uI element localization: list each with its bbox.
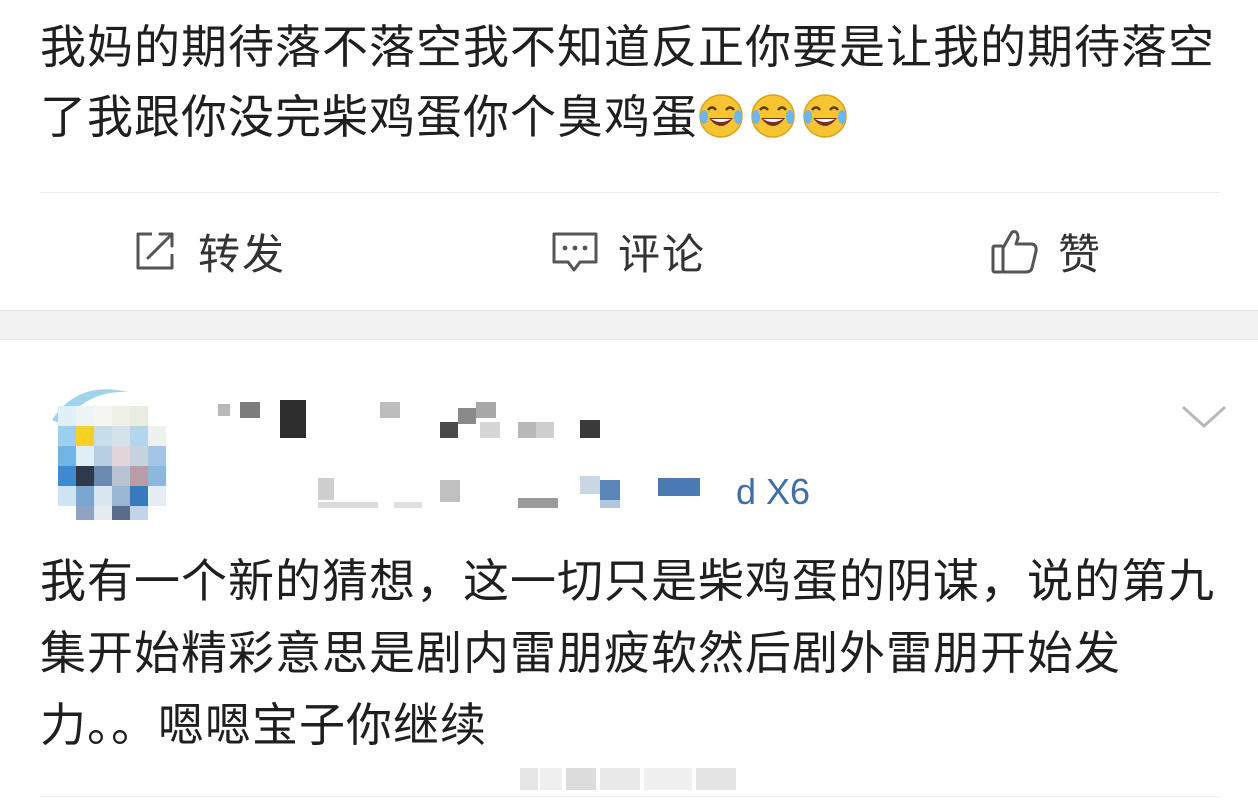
avatar[interactable] — [48, 384, 188, 524]
repost-button[interactable]: 转发 — [130, 223, 286, 279]
like-label: 赞 — [1058, 229, 1103, 279]
comment-button[interactable]: 评论 — [550, 223, 706, 279]
device-label: d X6 — [736, 471, 811, 512]
comment-divider — [40, 796, 1220, 797]
weibo-post: 我妈的期待落不落空我不知道反正你要是让我的期待落空了我跟你没完柴鸡蛋你个臭鸡蛋 — [0, 0, 1258, 310]
laugh-cry-emoji — [699, 94, 743, 138]
meta-redacted — [318, 476, 700, 508]
section-separator — [0, 310, 1258, 340]
comment-icon — [552, 232, 598, 272]
comment-label: 评论 — [618, 229, 707, 279]
laugh-cry-emoji — [751, 94, 795, 138]
post-action-bar: 转发 评论 赞 — [0, 195, 1258, 307]
like-button[interactable]: 赞 — [990, 223, 1102, 279]
username-redacted[interactable] — [218, 398, 618, 444]
thumbs-up-icon — [991, 230, 1038, 274]
post-divider — [40, 192, 1220, 193]
comment-body: 我有一个新的猜想，这一切只是柴鸡蛋的阴谋，说的第九集开始精彩意思是剧内雷朋疲软然… — [40, 554, 1215, 752]
post-text: 我妈的期待落不落空我不知道反正你要是让我的期待落空了我跟你没完柴鸡蛋你个臭鸡蛋 — [40, 20, 1215, 144]
chevron-down-icon[interactable] — [1180, 400, 1228, 434]
comment-meta: d X6 — [318, 470, 810, 514]
watermark-redacted — [520, 768, 736, 790]
post-body: 我妈的期待落不落空我不知道反正你要是让我的期待落空了我跟你没完柴鸡蛋你个臭鸡蛋 — [40, 12, 1220, 152]
share-icon — [136, 232, 174, 270]
repost-label: 转发 — [198, 229, 287, 279]
laugh-cry-emoji — [803, 94, 847, 138]
comment-item: d X6 我有一个新的猜想，这一切只是柴鸡蛋的阴谋，说的第九集开始精彩意思是剧内… — [0, 340, 1258, 810]
